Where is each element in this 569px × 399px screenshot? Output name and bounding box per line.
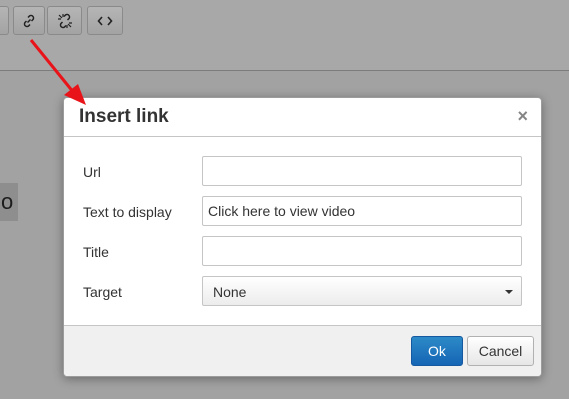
annotation-arrow-icon <box>29 39 86 105</box>
